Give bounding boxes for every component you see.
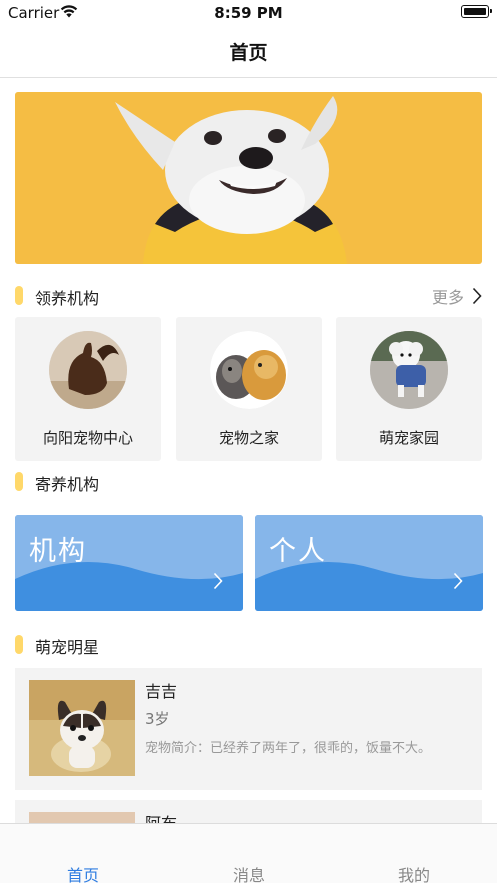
chihuahua-photo	[29, 680, 135, 776]
status-bar: Carrier 8:59 PM	[0, 0, 497, 26]
adoption-section-title: 领养机构	[35, 289, 100, 308]
chevron-right-icon	[213, 572, 223, 590]
pet-star-section-header: 萌宠明星	[15, 633, 482, 657]
chevron-right-icon	[472, 287, 482, 305]
pet-list-item[interactable]: 吉吉 3岁 宠物简介：已经养了两年了，很乖的，饭量不大。	[15, 668, 482, 790]
foster-org-card[interactable]: 机构	[15, 515, 243, 611]
foster-card-label: 机构	[29, 536, 87, 567]
org-name: 向阳宠物中心	[42, 429, 133, 447]
dog-illustration	[15, 92, 482, 264]
more-label: 更多	[431, 288, 464, 307]
chevron-right-icon	[453, 572, 463, 590]
navigation-bar: 首页	[0, 26, 497, 78]
section-marker	[15, 635, 23, 654]
section-marker	[15, 286, 23, 305]
pet-photo	[29, 680, 135, 776]
section-marker	[15, 472, 23, 491]
foster-card-label: 个人	[269, 536, 327, 567]
tab-profile[interactable]: 我的	[331, 862, 497, 883]
status-time: 8:59 PM	[214, 4, 283, 22]
page-title: 首页	[229, 42, 268, 64]
adoption-org-card[interactable]: 萌宠家园	[336, 317, 482, 461]
squirrel-photo	[49, 331, 127, 409]
poodle-photo	[370, 331, 448, 409]
org-avatar	[49, 331, 127, 409]
pet-name: 吉吉	[145, 682, 178, 701]
pet-description: 宠物简介：已经养了两年了，很乖的，饭量不大。	[145, 741, 432, 756]
tab-messages[interactable]: 消息	[166, 862, 332, 883]
more-button[interactable]: 更多	[432, 284, 482, 308]
guinea-pigs-photo	[210, 331, 288, 409]
battery-icon	[461, 5, 492, 18]
org-name: 萌宠家园	[378, 429, 439, 447]
pet-age: 3岁	[145, 710, 170, 728]
org-name: 宠物之家	[218, 429, 279, 447]
foster-section-title: 寄养机构	[35, 475, 100, 494]
adoption-org-card[interactable]: 宠物之家	[176, 317, 322, 461]
tab-home[interactable]: 首页	[0, 862, 166, 883]
foster-section-header: 寄养机构	[15, 470, 482, 494]
foster-personal-card[interactable]: 个人	[255, 515, 483, 611]
org-avatar	[210, 331, 288, 409]
tab-bar: 首页 消息 我的	[0, 823, 497, 883]
pet-star-section-title: 萌宠明星	[35, 638, 100, 657]
adoption-section-header: 领养机构 更多	[15, 284, 482, 308]
banner-image[interactable]	[15, 92, 482, 264]
adoption-org-card[interactable]: 向阳宠物中心	[15, 317, 161, 461]
org-avatar	[370, 331, 448, 409]
home-screen: Carrier 8:59 PM 首页 领养机构 更多 向阳宠物中心 宠物之家 萌…	[0, 0, 497, 883]
